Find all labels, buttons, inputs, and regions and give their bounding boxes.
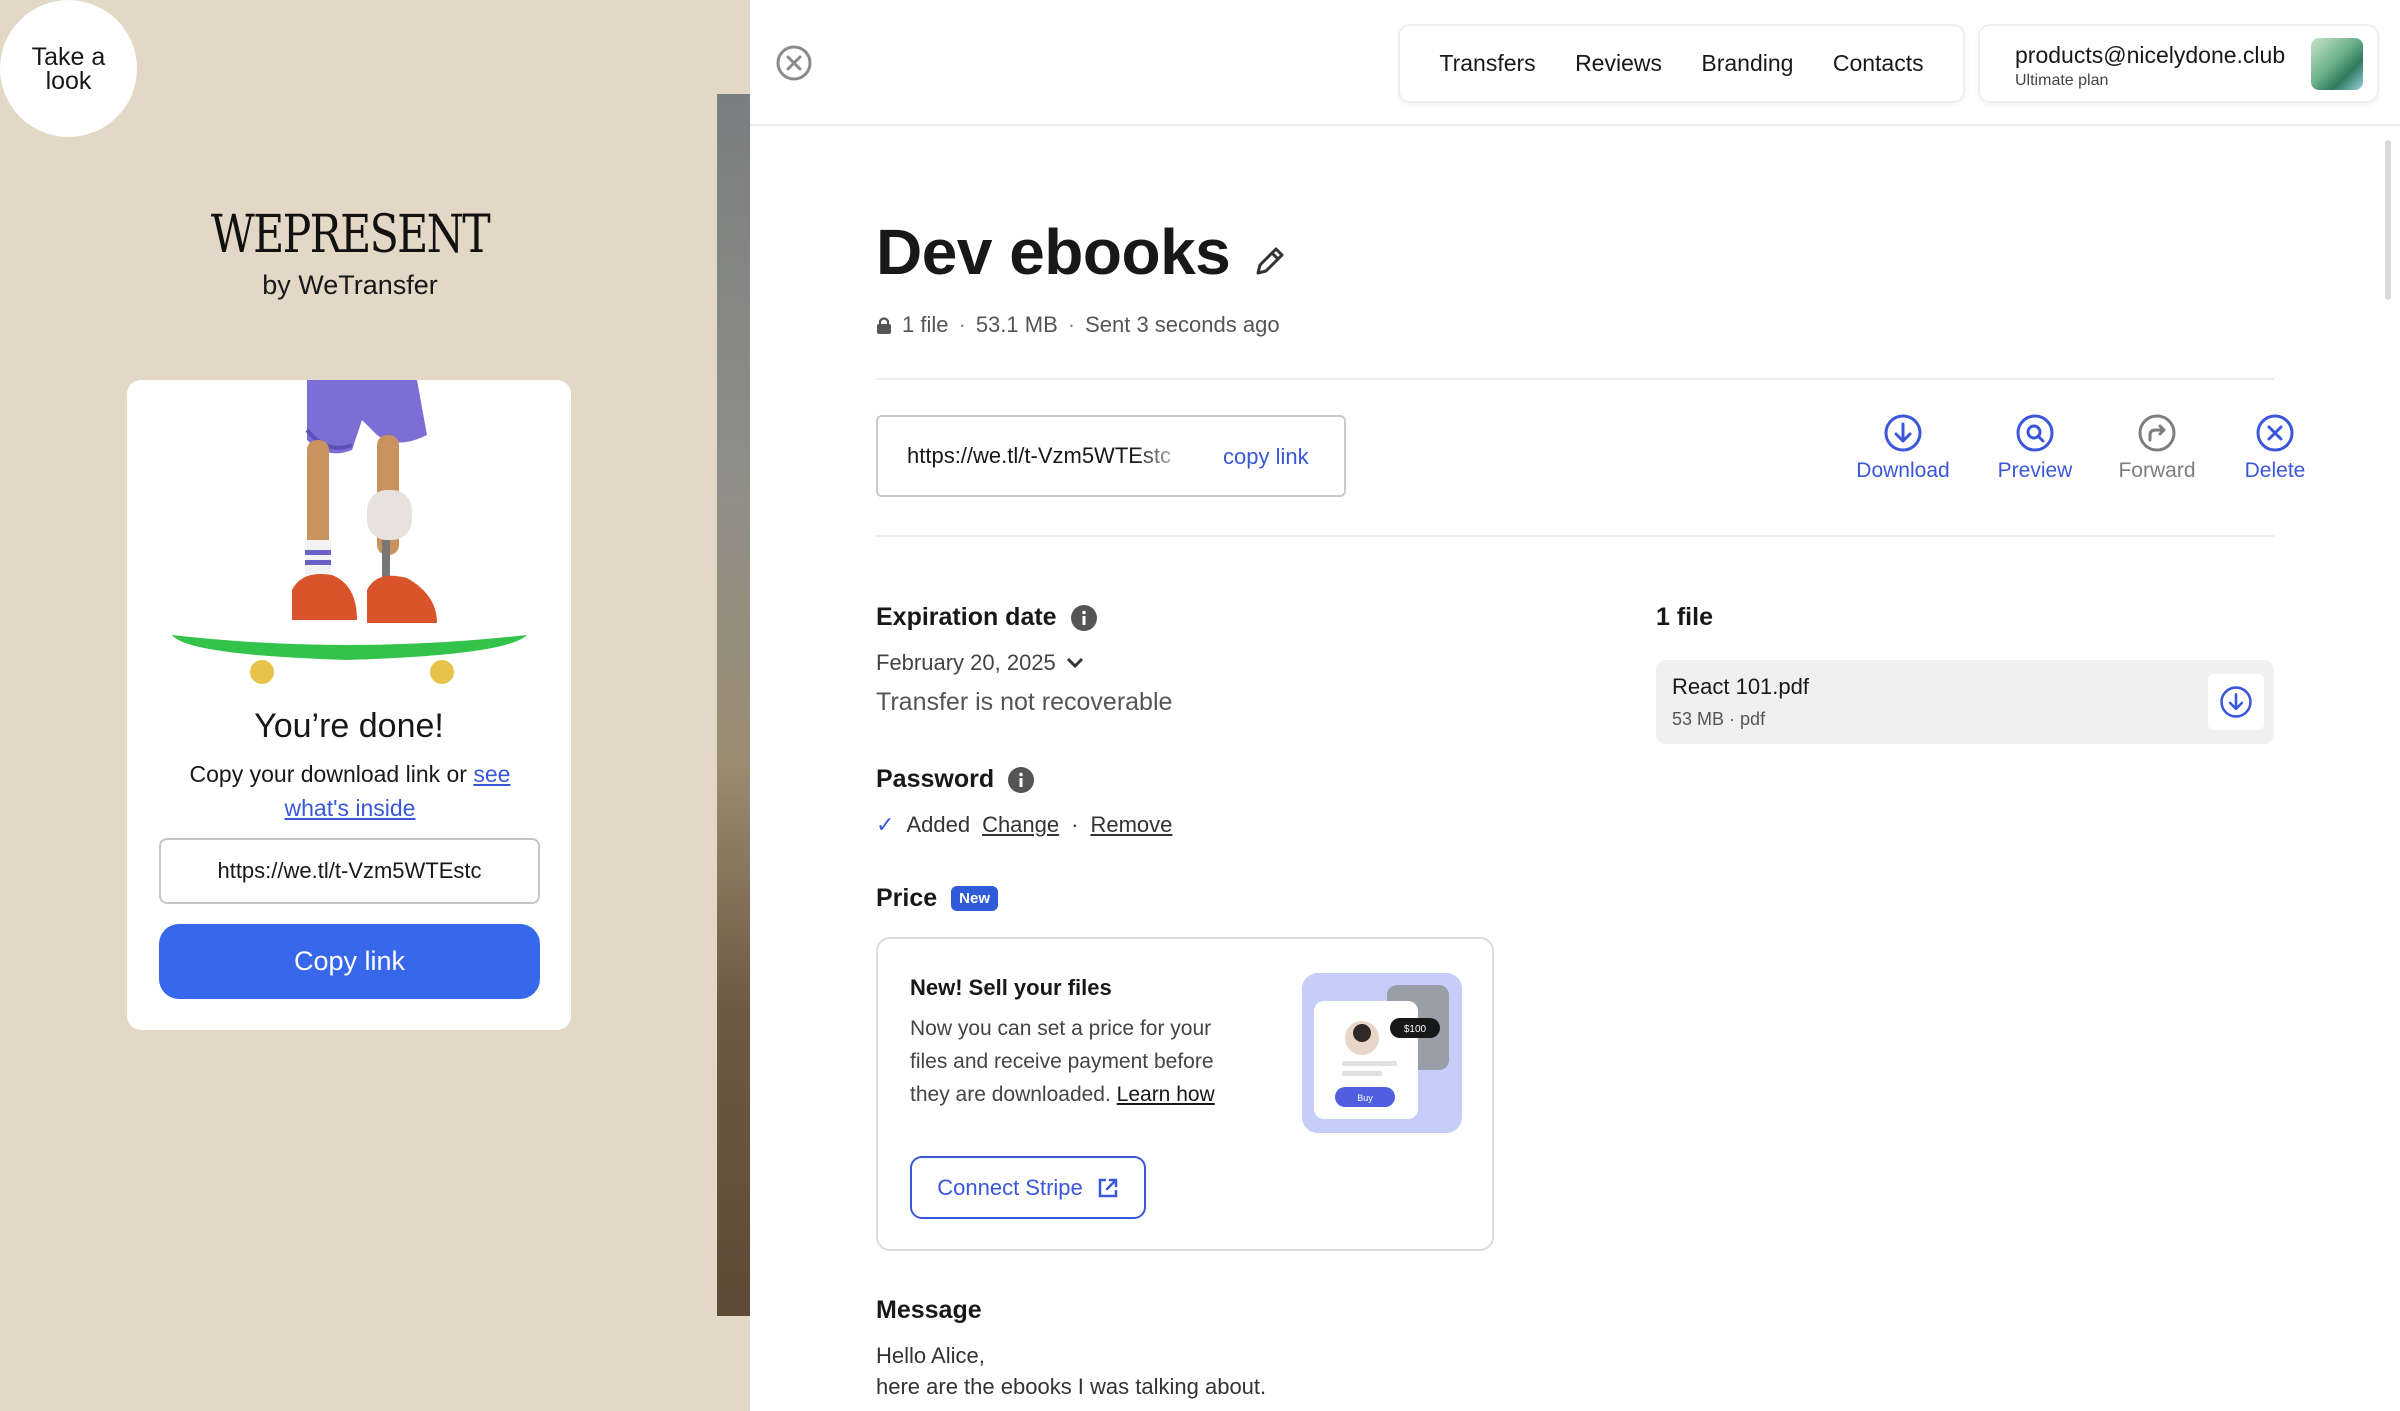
divider (876, 535, 2274, 537)
account-email: products@nicelydone.club (2015, 42, 2286, 68)
expiration-date: February 20, 2025 (876, 650, 1056, 675)
info-icon[interactable] (1070, 604, 1097, 631)
price-heading-text: Price (876, 884, 938, 912)
transfer-title: Dev ebooks (876, 216, 1231, 288)
forward-button[interactable]: Forward (2097, 413, 2217, 483)
nav-contacts[interactable]: Contacts (1833, 50, 1924, 77)
delete-button[interactable]: Delete (2215, 413, 2335, 483)
expiration-heading-text: Expiration date (876, 603, 1057, 631)
illus-price-label: $100 (1404, 1024, 1427, 1035)
illus-buy-label: Buy (1357, 1093, 1373, 1103)
price-heading: Price New (876, 884, 999, 913)
sell-card-description: Now you can set a price for your files a… (910, 1012, 1250, 1111)
file-meta: 53 MB · pdf (1672, 709, 1765, 730)
wepresent-byline: by WeTransfer (262, 270, 438, 300)
delete-label: Delete (2244, 459, 2306, 482)
separator: · (1071, 812, 1079, 837)
external-link-icon (1098, 1178, 1118, 1197)
password-heading-text: Password (876, 765, 995, 793)
preview-label: Preview (1997, 459, 2073, 482)
message-heading: Message (876, 1296, 982, 1324)
sell-card-title: New! Sell your files (910, 975, 1112, 1000)
nav-reviews[interactable]: Reviews (1575, 50, 1662, 77)
scrollbar[interactable] (2385, 140, 2391, 300)
password-status: Added (906, 812, 971, 837)
learn-how-link[interactable]: Learn how (1117, 1083, 1215, 1106)
search-icon (2016, 414, 2054, 452)
skateboard-illustration (172, 380, 527, 684)
new-badge: New (951, 886, 999, 911)
copy-link-inline[interactable]: copy link (1223, 444, 1309, 470)
separator: · (958, 312, 966, 337)
check-icon: ✓ (876, 812, 895, 837)
pencil-icon[interactable] (1250, 241, 1290, 281)
expiration-note: Transfer is not recoverable (876, 688, 1173, 716)
done-title: You’re done! (254, 707, 444, 745)
expiration-date-select[interactable]: February 20, 2025 (876, 650, 1084, 676)
avatar (2311, 38, 2363, 90)
sell-illustration: Buy $100 (1302, 973, 1462, 1133)
account-plan: Ultimate plan (2015, 72, 2109, 89)
main-nav: Transfers Reviews Branding Contacts (1398, 24, 1965, 103)
connect-stripe-button[interactable]: Connect Stripe (910, 1156, 1146, 1219)
top-bar: Transfers Reviews Branding Contacts prod… (750, 0, 2400, 126)
copy-link-button[interactable]: Copy link (159, 924, 540, 999)
divider (876, 378, 2274, 380)
separator: · (1729, 709, 1741, 729)
lock-icon (877, 317, 891, 334)
connect-stripe-label: Connect Stripe (937, 1174, 1083, 1200)
separator: · (1067, 312, 1076, 337)
sell-files-card: New! Sell your files Now you can set a p… (876, 937, 1494, 1251)
close-icon[interactable] (775, 44, 813, 82)
files-heading: 1 file (1656, 603, 1713, 631)
expiration-heading: Expiration date (876, 603, 1097, 632)
info-icon[interactable] (1008, 766, 1035, 793)
transfer-link-box[interactable]: https://we.tl/t-Vzm5WTEstc copy link (876, 415, 1346, 497)
chevron-down-icon (1066, 657, 1083, 669)
background-photo (717, 94, 750, 1316)
download-button[interactable]: Download (1843, 413, 1963, 483)
file-type: pdf (1740, 709, 1766, 729)
take-a-look-button[interactable]: Take a look (0, 0, 137, 137)
download-icon (1884, 414, 1922, 452)
download-label: Download (1856, 459, 1950, 482)
file-download-button[interactable] (2208, 674, 2264, 730)
message-line-2: here are the ebooks I was talking about. (876, 1374, 1267, 1399)
forward-label: Forward (2118, 459, 2196, 482)
transfer-link[interactable]: https://we.tl/t-Vzm5WTEstc (907, 443, 1192, 469)
sent-time: Sent 3 seconds ago (1085, 312, 1280, 337)
message-line-1: Hello Alice, (876, 1343, 985, 1368)
file-count: 1 file (902, 312, 949, 337)
take-a-look-label: Take a look (31, 42, 106, 95)
transfer-meta: 1 file · 53.1 MB · Sent 3 seconds ago (876, 312, 1280, 338)
file-size: 53 MB (1672, 709, 1725, 729)
wepresent-logo: WEPRESENT (210, 205, 491, 265)
password-heading: Password (876, 765, 1035, 794)
nav-transfers[interactable]: Transfers (1439, 50, 1535, 77)
password-row: ✓ Added Change · Remove (876, 812, 1172, 838)
forward-icon (2138, 414, 2176, 452)
delete-icon (2256, 414, 2294, 452)
left-pane: Take a look WEPRESENT by WeTransfer You’… (0, 0, 750, 1411)
transfer-size: 53.1 MB (975, 312, 1058, 337)
nav-branding[interactable]: Branding (1701, 50, 1793, 77)
file-name: React 101.pdf (1672, 674, 1809, 699)
transfer-panel: Transfers Reviews Branding Contacts prod… (750, 0, 2400, 1411)
password-remove-link[interactable]: Remove (1090, 812, 1172, 838)
account-menu[interactable]: products@nicelydone.club Ultimate plan (1978, 24, 2379, 103)
done-description: Copy your download link or see what's in… (170, 757, 530, 825)
preview-button[interactable]: Preview (1975, 413, 2095, 483)
download-link-field[interactable]: https://we.tl/t-Vzm5WTEstc (159, 838, 540, 904)
file-item[interactable]: React 101.pdf 53 MB · pdf (1656, 660, 2274, 744)
password-change-link[interactable]: Change (982, 812, 1059, 838)
download-icon (2220, 686, 2252, 718)
done-desc-text: Copy your download link or (189, 761, 474, 787)
